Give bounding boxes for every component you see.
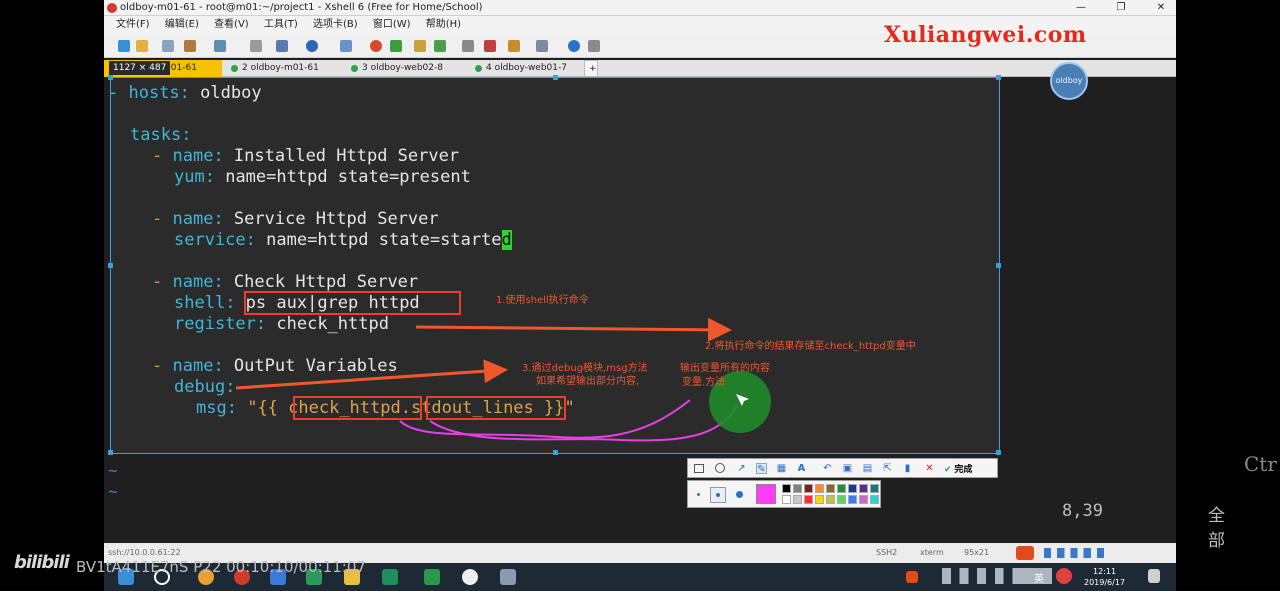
save-icon[interactable]: ▣ bbox=[842, 463, 853, 474]
color-swatch[interactable] bbox=[870, 484, 879, 493]
color-swatch[interactable] bbox=[804, 495, 813, 504]
color-swatch[interactable] bbox=[859, 484, 868, 493]
brush-size-large[interactable] bbox=[736, 491, 743, 498]
color-swatch[interactable] bbox=[848, 484, 857, 493]
current-color-swatch[interactable] bbox=[756, 484, 776, 504]
rectangle-tool-icon[interactable] bbox=[694, 464, 704, 473]
arrow-tool-icon[interactable]: ↗ bbox=[736, 463, 747, 474]
color-swatch[interactable] bbox=[870, 495, 879, 504]
note-debug-1: 3.通过debug模块,msg方法 bbox=[522, 363, 648, 374]
arrow-debug bbox=[235, 359, 508, 390]
undo-icon[interactable]: ↶ bbox=[822, 463, 833, 474]
color-swatch[interactable] bbox=[815, 495, 824, 504]
text-tool-icon[interactable]: A bbox=[796, 463, 807, 474]
color-swatch[interactable] bbox=[826, 495, 835, 504]
color-swatch[interactable] bbox=[859, 495, 868, 504]
pin-icon[interactable]: ▤ bbox=[862, 463, 873, 474]
color-swatch[interactable] bbox=[793, 484, 802, 493]
color-swatch[interactable] bbox=[837, 495, 846, 504]
note-shell: 1.使用shell执行命令 bbox=[496, 295, 589, 306]
color-swatch[interactable] bbox=[793, 495, 802, 504]
note-all-1: 输出变量所有的内容 bbox=[680, 363, 770, 374]
color-palette bbox=[687, 480, 881, 508]
arrow-register bbox=[415, 317, 732, 342]
check-icon: ✔ bbox=[944, 465, 952, 475]
color-swatch[interactable] bbox=[815, 484, 824, 493]
share-icon[interactable]: ⇱ bbox=[882, 463, 893, 474]
bookmark-icon[interactable]: ▮ bbox=[902, 463, 913, 474]
screen: oldboy-m01-61 - root@m01:~/project1 - Xs… bbox=[0, 0, 1280, 591]
color-swatch[interactable] bbox=[782, 484, 791, 493]
note-debug-2: 如果希望输出部分内容, bbox=[536, 376, 640, 387]
annotation-strokes bbox=[235, 317, 771, 442]
pen-stroke bbox=[399, 399, 691, 439]
color-swatch[interactable] bbox=[826, 484, 835, 493]
ellipse-tool-icon[interactable] bbox=[715, 463, 725, 473]
video-id: BV1tA411E7nS P22 00:10:10/00:11:07 bbox=[76, 558, 366, 576]
brush-dot bbox=[716, 493, 720, 497]
note-all-2: 变量.方法 bbox=[682, 377, 726, 388]
cancel-icon[interactable]: ✕ bbox=[924, 463, 935, 474]
mosaic-tool-icon[interactable]: ▦ bbox=[776, 463, 787, 474]
annotation-toolbar: ↗ ✎ ▦ A ↶ ▣ ▤ ⇱ ▮ ✕ ✔ 完成 bbox=[687, 458, 998, 478]
color-swatch[interactable] bbox=[782, 495, 791, 504]
note-register: 2.将执行命令的结果存储至check_httpd变量中 bbox=[705, 341, 916, 352]
color-swatch[interactable] bbox=[804, 484, 813, 493]
done-label: 完成 bbox=[954, 465, 973, 475]
bilibili-logo: bilibili bbox=[14, 552, 70, 573]
brush-size-small[interactable] bbox=[697, 493, 700, 496]
color-swatch[interactable] bbox=[837, 484, 846, 493]
color-swatch[interactable] bbox=[848, 495, 857, 504]
done-button[interactable]: ✔ 完成 bbox=[944, 462, 972, 475]
pen-tool-icon[interactable]: ✎ bbox=[756, 463, 767, 475]
